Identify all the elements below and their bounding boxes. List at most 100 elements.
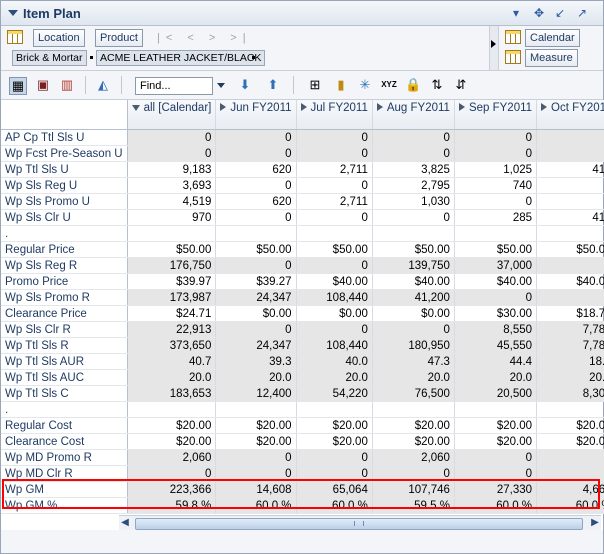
value-cell[interactable]: 108,440 — [296, 289, 373, 306]
value-cell[interactable]: 0 — [372, 145, 455, 162]
value-cell[interactable]: 0 — [536, 257, 604, 274]
value-cell[interactable]: 54,220 — [296, 385, 373, 402]
value-cell[interactable]: 59.5 % — [372, 497, 455, 514]
value-cell[interactable]: 0 — [536, 465, 604, 482]
value-cell[interactable]: $20.00 — [215, 433, 297, 450]
column-header[interactable]: Jul FY2011 — [296, 100, 373, 130]
value-cell[interactable]: 0 — [215, 177, 297, 194]
value-cell[interactable]: $40.00 — [536, 273, 604, 290]
value-cell[interactable] — [215, 401, 297, 418]
row-header[interactable]: Wp Sls Clr U — [1, 209, 128, 226]
value-cell[interactable]: 0 — [536, 449, 604, 466]
collapse-triangle-icon[interactable] — [131, 105, 140, 111]
value-cell[interactable]: 8,300 — [536, 385, 604, 402]
value-cell[interactable]: 2,711 — [296, 193, 373, 210]
row-header[interactable]: Wp GM % — [1, 497, 128, 514]
value-cell[interactable]: $50.00 — [296, 241, 373, 258]
value-cell[interactable]: $20.00 — [215, 417, 297, 434]
value-cell[interactable]: 285 — [454, 209, 538, 226]
xyz-format-icon[interactable]: XYZ — [381, 77, 397, 93]
hierarchy-icon[interactable]: ⊞ — [307, 77, 323, 93]
value-cell[interactable]: $50.00 — [454, 241, 538, 258]
value-cell[interactable]: 0 — [536, 145, 604, 162]
value-cell[interactable]: $50.00 — [372, 241, 455, 258]
chart-table-icon[interactable]: ▣ — [35, 77, 51, 93]
value-cell[interactable]: $50.00 — [215, 241, 297, 258]
column-header[interactable]: Aug FY2011 — [372, 100, 455, 130]
value-cell[interactable]: 8,550 — [454, 321, 538, 338]
value-cell[interactable]: 0 — [372, 129, 455, 146]
value-cell[interactable]: 2,060 — [372, 449, 455, 466]
value-cell[interactable]: 415 — [536, 209, 604, 226]
product-value-chip[interactable]: ACME LEATHER JACKET/BLACK — [96, 50, 266, 66]
find-next-down-icon[interactable]: ⬇ — [237, 77, 253, 93]
row-header[interactable]: . — [1, 401, 128, 418]
row-header[interactable]: Wp Ttl Sls AUC — [1, 369, 128, 386]
measure-button[interactable]: Measure — [525, 49, 578, 67]
total-cell[interactable]: 40.7 — [127, 353, 217, 370]
value-cell[interactable]: $20.00 — [296, 417, 373, 434]
value-cell[interactable]: $40.00 — [372, 273, 455, 290]
value-cell[interactable]: $30.00 — [454, 305, 538, 322]
total-cell[interactable]: 59.8 % — [127, 497, 217, 514]
value-cell[interactable]: 0 — [372, 321, 455, 338]
row-header[interactable]: Promo Price — [1, 273, 128, 290]
value-cell[interactable]: 108,440 — [296, 337, 373, 354]
row-header[interactable]: Regular Price — [1, 241, 128, 258]
value-cell[interactable]: 4,669 — [536, 481, 604, 498]
area-chart-icon[interactable]: ◭ — [95, 77, 111, 93]
value-cell[interactable] — [296, 225, 373, 242]
total-cell[interactable]: 176,750 — [127, 257, 217, 274]
total-cell[interactable]: $50.00 — [127, 241, 217, 258]
bookmark-icon[interactable]: ▮ — [333, 77, 349, 93]
value-cell[interactable]: 0 — [215, 449, 297, 466]
minimize-icon[interactable]: ↙ — [553, 6, 567, 20]
panel-splitter[interactable] — [489, 26, 499, 70]
page-nav-arrows[interactable]: |< < > >| — [157, 32, 252, 44]
value-cell[interactable]: $20.00 — [372, 417, 455, 434]
value-cell[interactable]: $0.00 — [296, 305, 373, 322]
value-cell[interactable]: 20.0 — [372, 369, 455, 386]
value-cell[interactable]: 24,347 — [215, 289, 297, 306]
total-cell[interactable]: 173,987 — [127, 289, 217, 306]
value-cell[interactable]: $0.00 — [215, 305, 297, 322]
value-cell[interactable]: $50.00 — [536, 241, 604, 258]
row-header[interactable]: Wp Ttl Sls AUR — [1, 353, 128, 370]
value-cell[interactable]: 12,400 — [215, 385, 297, 402]
table-view-icon[interactable]: ▦ — [9, 77, 27, 95]
value-cell[interactable]: $20.00 — [296, 433, 373, 450]
total-cell[interactable]: $39.97 — [127, 273, 217, 290]
calendar-button[interactable]: Calendar — [525, 29, 580, 47]
value-cell[interactable]: 0 — [296, 257, 373, 274]
value-cell[interactable]: 0 — [215, 209, 297, 226]
value-cell[interactable]: 39.3 — [215, 353, 297, 370]
value-cell[interactable]: 44.4 — [454, 353, 538, 370]
row-header[interactable]: Wp GM — [1, 481, 128, 498]
value-cell[interactable]: 0 — [296, 209, 373, 226]
value-cell[interactable]: 45,550 — [454, 337, 538, 354]
row-header[interactable]: . — [1, 225, 128, 242]
value-cell[interactable] — [296, 401, 373, 418]
value-cell[interactable]: 1,030 — [372, 193, 455, 210]
total-cell[interactable] — [127, 225, 217, 242]
value-cell[interactable]: 0 — [296, 177, 373, 194]
maximize-icon[interactable]: ↗ — [575, 6, 589, 20]
value-cell[interactable]: 60.0 % — [454, 497, 538, 514]
total-cell[interactable]: 22,913 — [127, 321, 217, 338]
value-cell[interactable]: 0 — [215, 321, 297, 338]
value-cell[interactable]: 7,781 — [536, 321, 604, 338]
sort-ascending-icon[interactable]: ⇅ — [429, 77, 445, 93]
value-cell[interactable]: 0 — [296, 129, 373, 146]
total-cell[interactable]: 9,183 — [127, 161, 217, 178]
value-cell[interactable]: 0 — [454, 193, 538, 210]
expand-triangle-icon[interactable] — [458, 103, 465, 111]
value-cell[interactable]: $20.00 — [454, 417, 538, 434]
lock-icon[interactable]: 🔒 — [405, 77, 421, 93]
value-cell[interactable]: 0 — [454, 449, 538, 466]
value-cell[interactable] — [536, 225, 604, 242]
value-cell[interactable]: 20.0 — [454, 369, 538, 386]
value-cell[interactable] — [372, 401, 455, 418]
value-cell[interactable]: $39.27 — [215, 273, 297, 290]
location-button[interactable]: Location — [33, 29, 85, 47]
expand-triangle-icon[interactable] — [220, 103, 227, 111]
